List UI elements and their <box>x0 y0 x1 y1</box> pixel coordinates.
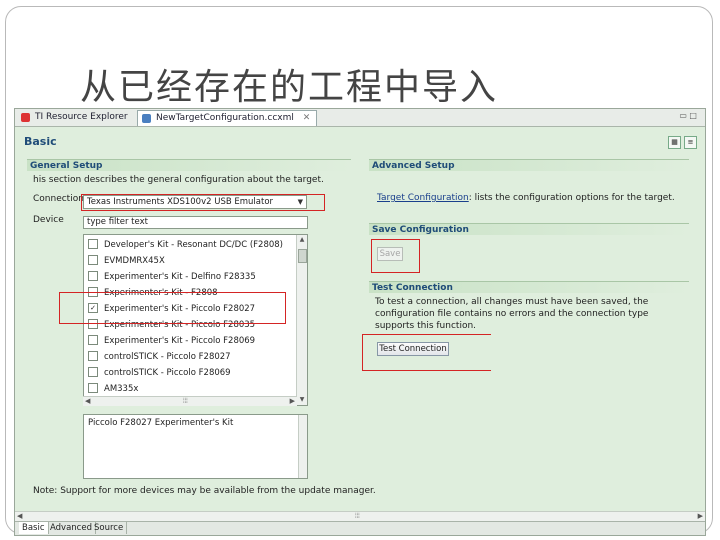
device-list-scrollbar[interactable]: ▲ ▼ <box>296 235 307 405</box>
ccxml-file-icon <box>142 114 151 123</box>
connection-label: Connection <box>33 194 84 204</box>
list-item[interactable]: EVMDMRX45X <box>88 253 165 269</box>
tab-label: NewTargetConfiguration.ccxml <box>156 113 294 123</box>
device-name: AM335x <box>104 384 139 394</box>
advanced-setup-text: Target Configuration: lists the configur… <box>377 193 675 203</box>
tab-basic[interactable]: Basic <box>19 522 49 534</box>
device-filter-input[interactable]: type filter text <box>83 216 308 229</box>
test-connection-heading[interactable]: Test Connection <box>369 281 689 293</box>
checkbox[interactable] <box>88 366 98 377</box>
device-name: controlSTICK - Piccolo F28027 <box>104 352 231 362</box>
device-highlight <box>59 292 286 324</box>
ccs-target-config-editor: TI Resource Explorer NewTargetConfigurat… <box>14 108 706 536</box>
advanced-setup-heading[interactable]: Advanced Setup <box>369 159 689 171</box>
list-item[interactable]: controlSTICK - Piccolo F28069 <box>88 365 231 381</box>
scroll-left-icon[interactable]: ◀ <box>17 512 22 520</box>
scroll-up-icon[interactable]: ▲ <box>297 235 307 245</box>
device-name: Developer's Kit - Resonant DC/DC (F2808) <box>104 240 284 250</box>
close-tab-icon[interactable]: ✕ <box>303 113 311 123</box>
checkbox[interactable] <box>88 254 98 265</box>
list-item[interactable]: AM335x <box>88 381 138 397</box>
checkbox[interactable] <box>88 334 98 345</box>
scroll-left-icon[interactable]: ◀ <box>85 397 90 405</box>
checkbox[interactable] <box>88 238 98 249</box>
target-configuration-link[interactable]: Target Configuration <box>377 193 469 203</box>
tab-new-target-configuration[interactable]: NewTargetConfiguration.ccxml ✕ <box>137 110 318 126</box>
device-name: Experimenter's Kit - Delfino F28335 <box>104 272 256 282</box>
window-controls[interactable]: ▭ □ <box>679 111 697 120</box>
list-item[interactable]: Experimenter's Kit - Delfino F28335 <box>88 269 256 285</box>
list-item[interactable]: controlSTICK - Piccolo F28027 <box>88 349 231 365</box>
checkbox[interactable] <box>88 270 98 281</box>
editor-tab-bar: TI Resource Explorer NewTargetConfigurat… <box>15 109 705 127</box>
scroll-grip-icon[interactable]: ⦙⦙⦙ <box>183 397 188 406</box>
scroll-grip-icon[interactable]: ⦙⦙⦙ <box>355 512 360 521</box>
scroll-right-icon[interactable]: ▶ <box>290 397 295 405</box>
editor-hscrollbar[interactable]: ◀ ⦙⦙⦙ ▶ <box>15 511 705 521</box>
slide-title: 从已经存在的工程中导入 <box>80 67 499 108</box>
device-label: Device <box>33 215 64 225</box>
scroll-thumb[interactable] <box>298 249 307 263</box>
ti-logo-icon <box>21 113 30 122</box>
general-setup-description: his section describes the general config… <box>33 175 324 185</box>
list-item[interactable]: Experimenter's Kit - Piccolo F28069 <box>88 333 255 349</box>
list-icon[interactable]: ≡ <box>684 136 697 149</box>
test-connection-highlight <box>362 334 491 371</box>
scroll-right-icon[interactable]: ▶ <box>698 512 703 520</box>
list-item[interactable]: Developer's Kit - Resonant DC/DC (F2808) <box>88 237 283 253</box>
advanced-setup-desc: : lists the configuration options for th… <box>468 193 675 203</box>
layout-icon[interactable]: ▦ <box>668 136 681 149</box>
save-highlight <box>371 239 420 273</box>
tab-ti-resource-explorer[interactable]: TI Resource Explorer <box>17 110 134 125</box>
device-description-box: Piccolo F28027 Experimenter's Kit <box>83 414 308 479</box>
device-description: Piccolo F28027 Experimenter's Kit <box>88 418 234 428</box>
tab-advanced[interactable]: Advanced <box>47 522 96 534</box>
save-configuration-heading[interactable]: Save Configuration <box>369 223 689 235</box>
tab-source[interactable]: Source <box>91 522 128 534</box>
checkbox[interactable] <box>88 350 98 361</box>
description-scrollbar[interactable] <box>298 415 307 478</box>
scroll-down-icon[interactable]: ▼ <box>297 395 307 405</box>
editor-bottom-tabs: Basic Advanced Source <box>15 521 705 535</box>
view-toolbar: ▦ ≡ <box>665 136 697 149</box>
test-connection-description: To test a connection, all changes must h… <box>375 297 649 331</box>
device-name: EVMDMRX45X <box>104 256 165 266</box>
device-list-hscrollbar[interactable]: ◀ ⦙⦙⦙ ▶ <box>83 396 297 406</box>
update-manager-note: Note: Support for more devices may be av… <box>33 486 376 496</box>
device-name: controlSTICK - Piccolo F28069 <box>104 368 231 378</box>
general-setup-heading[interactable]: General Setup <box>27 159 351 171</box>
page-title: Basic <box>24 135 57 148</box>
device-name: Experimenter's Kit - Piccolo F28069 <box>104 336 256 346</box>
checkbox[interactable] <box>88 382 98 393</box>
tab-label: TI Resource Explorer <box>35 112 128 122</box>
connection-highlight <box>81 194 325 211</box>
